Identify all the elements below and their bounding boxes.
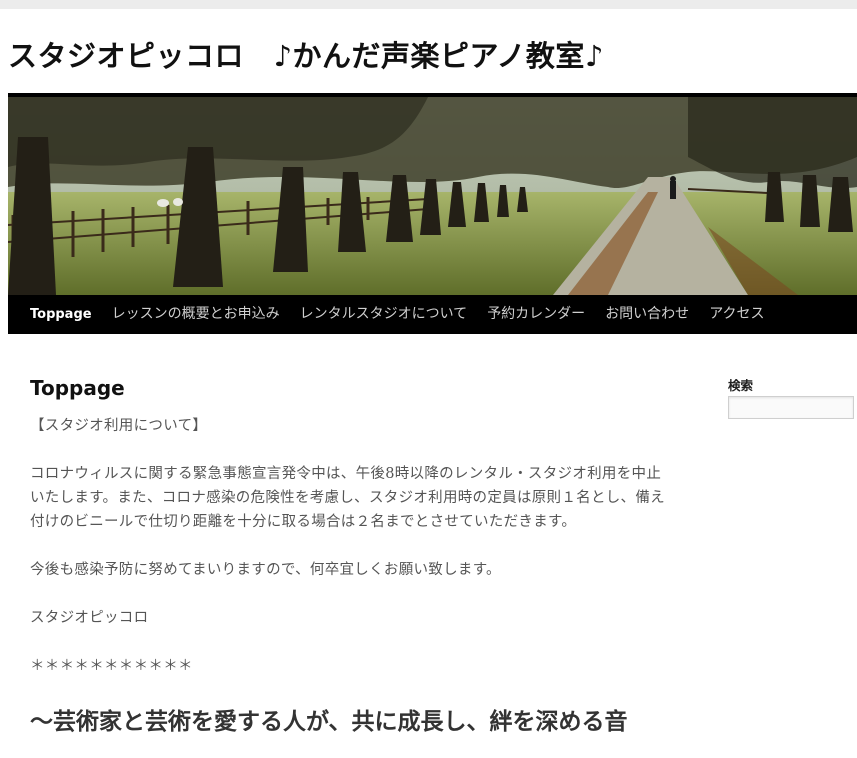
search-input[interactable] <box>728 396 854 419</box>
closing-remark: 今後も感染予防に努めてまいりますので、何卒宜しくお願い致します。 <box>30 562 501 578</box>
site-title[interactable]: スタジオピッコロ ♪かんだ声楽ピアノ教室♪ <box>8 36 604 76</box>
browser-top-bar <box>0 0 857 9</box>
search-widget: 検索 <box>728 375 854 419</box>
separator-asterisks: ＊＊＊＊＊＊＊＊＊＊＊ <box>30 658 193 674</box>
notice-heading: 【スタジオ利用について】 <box>30 418 208 434</box>
nav-item-reservation-calendar[interactable]: 予約カレンダー <box>477 295 595 334</box>
main-navigation: Toppage レッスンの概要とお申込み レンタルスタジオについて 予約カレンダ… <box>8 295 857 334</box>
nav-item-lessons[interactable]: レッスンの概要とお申込み <box>102 295 290 334</box>
search-widget-title: 検索 <box>728 378 754 393</box>
page-title: Toppage <box>30 376 125 400</box>
section-heading: ～芸術家と芸術を愛する人が、共に成長し、絆を深める音 <box>30 708 628 735</box>
nav-item-toppage[interactable]: Toppage <box>8 295 102 334</box>
tree-avenue-photo <box>8 97 857 295</box>
notice-body: コロナウィルスに関する緊急事態宣言発令中は、午後8時以降のレンタル・スタジオ利用… <box>30 466 665 530</box>
signature: スタジオピッコロ <box>30 610 149 626</box>
nav-item-rental-studio[interactable]: レンタルスタジオについて <box>290 295 478 334</box>
nav-item-contact[interactable]: お問い合わせ <box>595 295 699 334</box>
main-content: Toppage 【スタジオ利用について】 コロナウィルスに関する緊急事態宣言発令… <box>30 372 672 742</box>
header-image <box>8 93 857 295</box>
nav-item-access[interactable]: アクセス <box>699 295 774 334</box>
